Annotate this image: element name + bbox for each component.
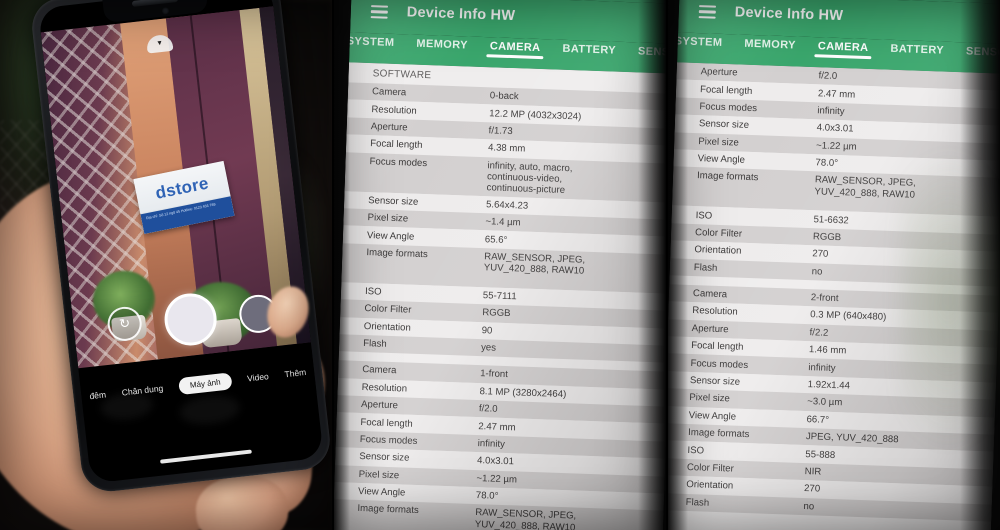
row-key: Image formats: [696, 170, 759, 184]
row-value: no: [811, 265, 823, 278]
row-key: Aperture: [691, 322, 729, 336]
row-key: Focus modes: [359, 434, 418, 448]
tab-battery[interactable]: BATTERY: [879, 39, 955, 57]
row-key: Camera: [692, 288, 728, 301]
camera-block-list: Camera 0-back Resolution 12.2 MP (4032x3024…: [332, 82, 666, 530]
row-key: ISO: [695, 209, 713, 222]
row-key: Pixel size: [698, 135, 739, 149]
row-key: Flash: [693, 261, 718, 274]
row-key: Camera: [371, 86, 407, 99]
tab-memory[interactable]: MEMORY: [405, 34, 479, 52]
row-key: Resolution: [692, 305, 738, 319]
row-key: Focus modes: [699, 101, 758, 115]
row-key: Orientation: [686, 479, 734, 492]
row-key: ISO: [364, 285, 382, 298]
row-key: Focal length: [690, 340, 744, 354]
row-key: Flash: [363, 338, 387, 350]
row-value: RAW_SENSOR, JPEG, YUV_420_888, RAW10: [814, 174, 916, 201]
camera-info-list[interactable]: Aperture f/2.0 Focal length 2.47 mm Focus mo…: [666, 62, 1000, 530]
row-key: Color Filter: [686, 461, 734, 475]
row-key: Sensor size: [359, 451, 410, 465]
tab-battery[interactable]: BATTERY: [551, 39, 627, 57]
flip-camera-icon[interactable]: ↻: [105, 305, 144, 343]
tab-camera[interactable]: CAMERA: [479, 37, 552, 55]
row-key: Focal length: [360, 416, 413, 430]
row-key: Color Filter: [364, 303, 412, 316]
hamburger-menu-icon[interactable]: [698, 5, 717, 19]
screenshot-panel-middle: Device Info HW SYSTEM MEMORY CAMERA BATT…: [332, 0, 666, 530]
row-key: View Angle: [688, 409, 737, 423]
row-key: Pixel size: [358, 468, 400, 482]
row-key: Image formats: [366, 246, 428, 260]
tab-system[interactable]: SYSTEM: [677, 32, 734, 49]
row-key: Image formats: [687, 427, 750, 441]
row-key: Orientation: [694, 244, 742, 258]
app-title: Device Info HW: [734, 4, 844, 25]
tab-system[interactable]: SYSTEM: [349, 32, 406, 49]
camera-mode-more[interactable]: Thêm: [284, 367, 307, 379]
panel-divider: [666, 0, 668, 530]
row-value: no: [803, 500, 815, 513]
screenshot-panel-right: Device Info HW SYSTEM MEMORY CAMERA BATT…: [666, 0, 1000, 530]
hamburger-menu-icon[interactable]: [370, 5, 389, 19]
photo-panel-phone-camera: dstore Địa chỉ: Số 12 ngõ 45 Hotline: 01…: [0, 0, 332, 530]
row-key: Focus modes: [690, 357, 749, 371]
row-key: Resolution: [361, 381, 408, 395]
row-key: Orientation: [363, 320, 411, 334]
camera-info-list[interactable]: SOFTWARE Camera 0-back Resolution 12.2 MP (…: [332, 62, 666, 530]
app-photo-wrapper: Device Info HW SYSTEM MEMORY CAMERA BATT…: [666, 0, 1000, 530]
row-key: Pixel size: [367, 212, 409, 225]
row-value: RAW_SENSOR, JPEG, YUV_420_888, RAW10: [483, 250, 586, 277]
row-key: Color Filter: [694, 227, 743, 240]
row-key: Sensor size: [689, 375, 741, 388]
tab-camera[interactable]: CAMERA: [807, 37, 880, 55]
screenshot-collage: dstore Địa chỉ: Số 12 ngõ 45 Hotline: 01…: [0, 0, 1000, 530]
panel-divider: [332, 0, 334, 530]
row-key: ISO: [687, 444, 705, 457]
tab-memory[interactable]: MEMORY: [733, 34, 807, 52]
row-key: View Angle: [697, 153, 746, 166]
row-key: Flash: [685, 496, 710, 509]
row-value: yes: [480, 342, 497, 354]
row-key: Sensor size: [368, 194, 419, 208]
row-key: Aperture: [370, 121, 408, 134]
camera-mode-night[interactable]: đêm: [89, 389, 107, 401]
row-key: Pixel size: [689, 392, 731, 405]
tab-sensor[interactable]: SENSOR: [955, 42, 1000, 59]
shutter-button[interactable]: [161, 290, 220, 349]
row-key: Aperture: [700, 66, 738, 79]
row-value: infinity, auto, macro, continuous-video,…: [486, 159, 573, 197]
row-key: Focal length: [699, 83, 753, 97]
camera-mode-video[interactable]: Video: [247, 371, 270, 383]
app-screen: Device Info HW SYSTEM MEMORY CAMERA BATT…: [332, 0, 666, 530]
tab-sensor[interactable]: SENSOR: [627, 42, 666, 59]
row-key: Sensor size: [698, 118, 750, 132]
phone-screen: dstore Địa chỉ: Số 12 ngõ 45 Hotline: 01…: [37, 0, 324, 484]
row-key: Aperture: [360, 399, 399, 412]
row-key: Focus modes: [369, 155, 428, 169]
row-key: View Angle: [357, 486, 406, 499]
row-value: RAW_SENSOR, JPEG, YUV_420_888, RAW10: [474, 507, 577, 530]
camera-mode-photo[interactable]: Máy ảnh: [178, 371, 233, 395]
home-indicator[interactable]: [160, 449, 252, 464]
app-title: Device Info HW: [406, 4, 516, 25]
row-key: View Angle: [366, 229, 415, 243]
app-photo-wrapper: Device Info HW SYSTEM MEMORY CAMERA BATT…: [332, 0, 666, 530]
row-key: Camera: [362, 364, 397, 377]
row-key: Resolution: [371, 103, 417, 117]
camera-block-list: Aperture f/2.0 Focal length 2.47 mm Focus mo…: [666, 62, 1000, 522]
row-key: Image formats: [357, 503, 419, 517]
row-key: Focal length: [370, 138, 423, 152]
app-screen: Device Info HW SYSTEM MEMORY CAMERA BATT…: [666, 0, 1000, 530]
